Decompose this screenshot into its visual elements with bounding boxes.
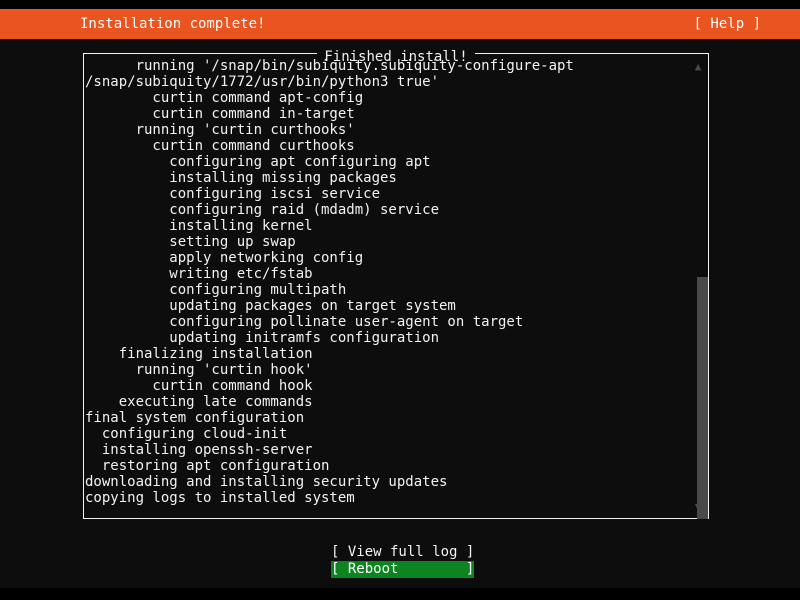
log-line: setting up swap: [85, 234, 296, 250]
log-line: apply networking config: [85, 250, 364, 266]
log-line: updating packages on target system: [85, 298, 456, 314]
log-line: copying logs to installed system: [85, 490, 355, 506]
log-scrollbar[interactable]: ▲ ▼: [690, 56, 708, 519]
log-line: configuring multipath: [85, 282, 347, 298]
reboot-button[interactable]: [ Reboot ]: [331, 561, 475, 578]
log-line: updating initramfs configuration: [85, 330, 440, 346]
log-line: curtin command hook: [85, 378, 313, 394]
scroll-down-arrow-icon[interactable]: ▼: [690, 500, 706, 514]
scroll-up-arrow-icon[interactable]: ▲: [690, 60, 706, 74]
log-line: configuring iscsi service: [85, 186, 381, 202]
header-bar: Installation complete! [ Help ]: [0, 9, 800, 39]
install-log-panel: Finished install! running '/snap/bin/sub…: [83, 49, 709, 519]
log-line: executing late commands: [85, 394, 313, 410]
screen-top-border: [0, 0, 800, 9]
page-title: Installation complete!: [80, 16, 266, 32]
log-line: final system configuration: [85, 410, 305, 426]
log-line: downloading and installing security upda…: [85, 474, 448, 490]
log-line: configuring cloud-init: [85, 426, 288, 442]
log-line: curtin command in-target: [85, 106, 355, 122]
log-line: curtin command curthooks: [85, 138, 355, 154]
scrollbar-track[interactable]: [694, 74, 708, 519]
scrollbar-thumb[interactable]: [697, 277, 708, 519]
installer-screen: Installation complete! [ Help ] Finished…: [0, 0, 800, 600]
log-line: writing etc/fstab: [85, 266, 313, 282]
log-line: installing kernel: [85, 218, 313, 234]
screen-bottom-border: [0, 588, 800, 600]
log-line: curtin command apt-config: [85, 90, 364, 106]
log-line: running 'curtin curthooks': [85, 122, 355, 138]
log-line: /snap/subiquity/1772/usr/bin/python3 tru…: [85, 74, 440, 90]
log-line: configuring pollinate user-agent on targ…: [85, 314, 524, 330]
log-line: running 'curtin hook': [85, 362, 313, 378]
log-line: configuring apt configuring apt: [85, 154, 431, 170]
log-line: installing openssh-server: [85, 442, 313, 458]
help-button[interactable]: [ Help ]: [694, 9, 761, 39]
log-line: installing missing packages: [85, 170, 397, 186]
log-line: running '/snap/bin/subiquity.subiquity-c…: [85, 58, 574, 74]
log-line: restoring apt configuration: [85, 458, 330, 474]
install-log-output: running '/snap/bin/subiquity.subiquity-c…: [85, 58, 689, 516]
view-full-log-button[interactable]: [ View full log ]: [331, 544, 474, 561]
log-line: configuring raid (mdadm) service: [85, 202, 440, 218]
log-line: finalizing installation: [85, 346, 313, 362]
